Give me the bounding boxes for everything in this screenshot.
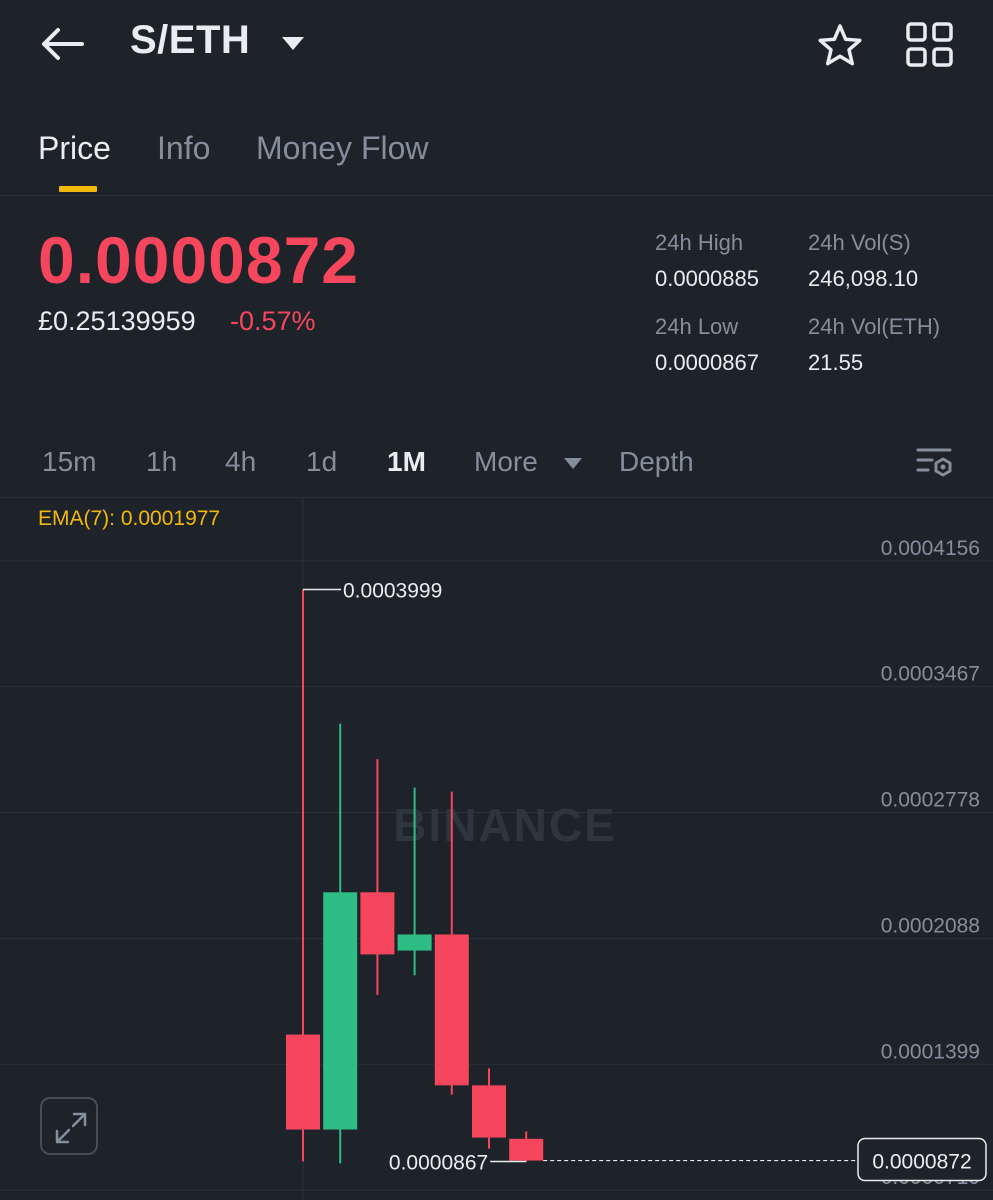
candle-body	[509, 1138, 544, 1161]
active-tab-indicator	[59, 186, 97, 192]
y-axis-tick-label: 0.0002778	[881, 788, 980, 811]
interval-4h[interactable]: 4h	[225, 446, 256, 478]
vol-base-label: 24h Vol(S)	[808, 230, 911, 255]
back-arrow-icon[interactable]	[38, 22, 86, 66]
depth-tab[interactable]: Depth	[619, 446, 694, 478]
vol-base-value: 246,098.10	[808, 266, 919, 291]
current-price-label: 0.0000872	[872, 1151, 971, 1174]
candlestick-chart[interactable]: 0.0004156 0.0003467 0.0002778 0.0002088 0.00…	[0, 498, 993, 1200]
high-24h-value: 0.0000885	[655, 266, 759, 291]
y-axis-tick-label: 0.0003467	[881, 663, 980, 686]
chevron-down-icon[interactable]	[280, 34, 306, 52]
low-marker-label: 0.0000867	[389, 1151, 488, 1174]
candle-body	[360, 892, 395, 955]
interval-bar: 15m 1h 4h 1d 1M More Depth	[0, 440, 993, 490]
y-axis-tick-label: 0.0004156	[881, 537, 980, 560]
candle-body	[286, 1034, 320, 1130]
y-axis-tick-label: 0.0001399	[881, 1040, 980, 1063]
tab-price[interactable]: Price	[38, 130, 111, 167]
interval-1h[interactable]: 1h	[146, 446, 177, 478]
candle-body	[472, 1085, 506, 1138]
low-24h-label: 24h Low	[655, 314, 739, 339]
interval-15m[interactable]: 15m	[42, 446, 96, 478]
pair-title[interactable]: S/ETH	[130, 18, 250, 63]
ema-indicator-label: EMA(7): 0.0001977	[38, 507, 221, 530]
fiat-price: £0.25139959	[38, 306, 196, 336]
candle-body	[323, 892, 358, 1130]
interval-1d[interactable]: 1d	[306, 446, 337, 478]
fullscreen-button[interactable]	[40, 1097, 98, 1155]
candle-body	[397, 934, 432, 951]
grid-icon[interactable]	[904, 20, 956, 70]
interval-more[interactable]: More	[474, 446, 538, 478]
watermark-text: BINANCE	[393, 799, 617, 851]
interval-1m[interactable]: 1M	[387, 446, 426, 478]
last-price: 0.0000872	[38, 223, 359, 297]
high-marker-label: 0.0003999	[343, 579, 442, 602]
chevron-down-icon[interactable]	[563, 456, 583, 470]
vol-quote-value: 21.55	[808, 350, 864, 375]
high-24h-label: 24h High	[655, 230, 744, 255]
star-icon[interactable]	[816, 22, 864, 70]
tab-money-flow[interactable]: Money Flow	[256, 130, 429, 167]
chart-settings-icon[interactable]	[912, 442, 956, 482]
price-change-percent: -0.57%	[230, 306, 316, 336]
market-page: S/ETH Price Info Money Flow 0.0000872 £0…	[0, 0, 993, 1200]
tab-info[interactable]: Info	[157, 130, 210, 167]
candle-body	[434, 934, 469, 1086]
tab-bar: Price Info Money Flow	[0, 110, 993, 196]
y-axis-tick-label: 0.0002088	[881, 914, 980, 937]
header: S/ETH	[0, 0, 993, 90]
vol-quote-label: 24h Vol(ETH)	[808, 314, 941, 339]
low-24h-value: 0.0000867	[655, 350, 759, 375]
expand-icon	[55, 1112, 87, 1144]
